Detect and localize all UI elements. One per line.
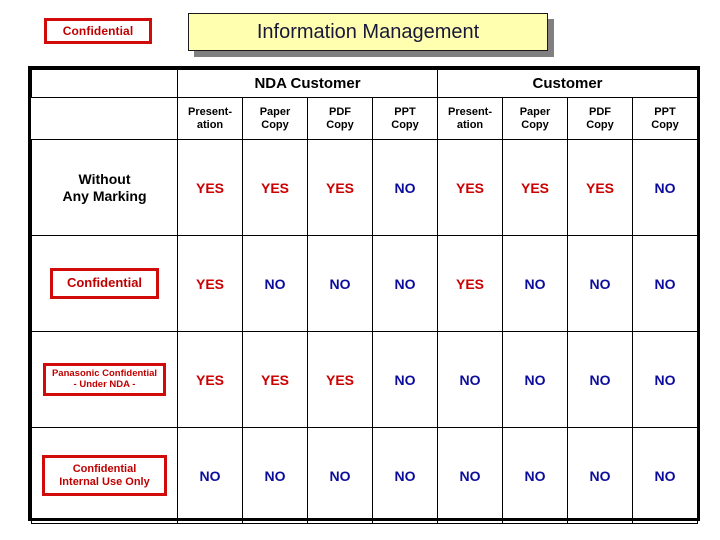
row-label-line: - Under NDA - bbox=[73, 378, 136, 390]
column-header-2: Paper Copy bbox=[242, 97, 308, 140]
column-header-line2: Copy bbox=[326, 118, 354, 131]
matrix-cell-r3-c5: NO bbox=[437, 331, 503, 428]
matrix-cell-r2-c7: NO bbox=[567, 235, 633, 332]
table-row: Confidential YES NO NO NO YES NO NO NO bbox=[31, 235, 699, 332]
column-header-1: Present-ation bbox=[177, 97, 243, 140]
matrix-cell-r3-c7: NO bbox=[567, 331, 633, 428]
matrix-cell-r1-c4: NO bbox=[372, 139, 438, 236]
column-header-line2: Copy bbox=[261, 118, 289, 131]
matrix-cell-r4-c6: NO bbox=[502, 427, 568, 524]
row-label-cell-1: Without Any Marking bbox=[31, 139, 178, 236]
matrix-cell-r2-c4: NO bbox=[372, 235, 438, 332]
matrix-cell-r4-c7: NO bbox=[567, 427, 633, 524]
column-header-4: PPT Copy bbox=[372, 97, 438, 140]
column-header-line2: Copy bbox=[391, 118, 419, 131]
column-header-line1: PDF bbox=[329, 105, 351, 118]
column-header-line1: PDF bbox=[589, 105, 611, 118]
row-label-cell-3: Panasonic Confidential - Under NDA - bbox=[31, 331, 178, 428]
column-header-line1: Present- bbox=[187, 105, 233, 118]
matrix-cell-r1-c6: YES bbox=[502, 139, 568, 236]
matrix-cell-r4-c3: NO bbox=[307, 427, 373, 524]
table-row: Confidential Internal Use Only NO NO NO NO NO N… bbox=[31, 427, 699, 524]
matrix-cell-r3-c4: NO bbox=[372, 331, 438, 428]
matrix-cell-r2-c6: NO bbox=[502, 235, 568, 332]
matrix-cell-r3-c2: YES bbox=[242, 331, 308, 428]
column-header-line1: Paper bbox=[259, 105, 291, 118]
row-label-marking-box: Confidential bbox=[49, 268, 160, 299]
confidential-stamp: Confidential bbox=[44, 18, 152, 44]
row-label-line: Without bbox=[78, 170, 131, 187]
matrix-corner-cell bbox=[31, 69, 178, 98]
matrix-cell-r1-c2: YES bbox=[242, 139, 308, 236]
column-header-6: Paper Copy bbox=[502, 97, 568, 140]
information-management-matrix: NDA Customer Customer Present-ation Paper… bbox=[28, 66, 700, 524]
row-label-line: Internal Use Only bbox=[59, 475, 150, 488]
matrix-cell-r2-c3: NO bbox=[307, 235, 373, 332]
matrix-cell-r4-c5: NO bbox=[437, 427, 503, 524]
matrix-cell-r4-c8: NO bbox=[631, 427, 699, 524]
matrix-cell-r2-c2: NO bbox=[242, 235, 308, 332]
matrix-cell-r2-c8: NO bbox=[631, 235, 699, 332]
row-label-plain: Without Any Marking bbox=[32, 171, 177, 205]
table-row: Without Any Marking YES YES YES NO YES YES YES NO bbox=[31, 139, 699, 236]
matrix-body: Without Any Marking YES YES YES NO YES YES YES NO… bbox=[31, 139, 699, 524]
sub-header-blank-cell bbox=[31, 97, 178, 140]
matrix-cell-r1-c1: YES bbox=[177, 139, 243, 236]
slide-title-box: Information Management bbox=[188, 13, 548, 51]
matrix-cell-r3-c8: NO bbox=[631, 331, 699, 428]
matrix-head: NDA Customer Customer Present-ation Paper… bbox=[31, 69, 699, 140]
column-header-5: Present-ation bbox=[437, 97, 503, 140]
row-label-marking-box: Confidential Internal Use Only bbox=[42, 454, 167, 497]
column-header-line1: PPT bbox=[654, 105, 676, 118]
matrix-cell-r1-c7: YES bbox=[567, 139, 633, 236]
matrix-cell-r1-c5: YES bbox=[437, 139, 503, 236]
matrix-cell-r3-c1: YES bbox=[177, 331, 243, 428]
column-header-line2: Copy bbox=[651, 118, 679, 131]
row-label-marking-box: Panasonic Confidential - Under NDA - bbox=[42, 362, 167, 397]
column-header-line1: Present- bbox=[447, 105, 493, 118]
group-header-nda-customer: NDA Customer bbox=[177, 69, 438, 98]
column-header-line2: ation bbox=[456, 118, 484, 131]
matrix-cell-r4-c2: NO bbox=[242, 427, 308, 524]
row-label-line: Panasonic Confidential bbox=[51, 367, 158, 379]
column-header-line2: Copy bbox=[586, 118, 614, 131]
group-header-customer: Customer bbox=[436, 69, 699, 98]
row-label-line: Confidential bbox=[66, 275, 143, 291]
column-header-line1: PPT bbox=[394, 105, 416, 118]
column-header-line1: Paper bbox=[519, 105, 551, 118]
matrix-cell-r1-c3: YES bbox=[307, 139, 373, 236]
matrix-cell-r2-c5: YES bbox=[437, 235, 503, 332]
row-label-line: Any Marking bbox=[62, 187, 147, 204]
row-label-cell-4: Confidential Internal Use Only bbox=[31, 427, 178, 524]
page-title: Information Management bbox=[256, 20, 480, 43]
column-header-7: PDF Copy bbox=[567, 97, 633, 140]
matrix-cell-r2-c1: YES bbox=[177, 235, 243, 332]
group-header-row: NDA Customer Customer bbox=[31, 69, 699, 98]
slide-header: Confidential Information Management bbox=[0, 0, 720, 62]
matrix-cell-r4-c1: NO bbox=[177, 427, 243, 524]
column-header-line2: ation bbox=[196, 118, 224, 131]
table-row: Panasonic Confidential - Under NDA - YES YE… bbox=[31, 331, 699, 428]
sub-header-row: Present-ation Paper Copy PDF Copy PPT Copy Pres… bbox=[31, 97, 699, 140]
matrix-cell-r3-c3: YES bbox=[307, 331, 373, 428]
column-header-line2: Copy bbox=[521, 118, 549, 131]
matrix-cell-r1-c8: NO bbox=[631, 139, 699, 236]
column-header-3: PDF Copy bbox=[307, 97, 373, 140]
row-label-line: Confidential bbox=[72, 462, 137, 475]
matrix-table: NDA Customer Customer Present-ation Paper… bbox=[31, 69, 699, 524]
row-label-cell-2: Confidential bbox=[31, 235, 178, 332]
matrix-cell-r4-c4: NO bbox=[372, 427, 438, 524]
matrix-cell-r3-c6: NO bbox=[502, 331, 568, 428]
column-header-8: PPT Copy bbox=[631, 97, 699, 140]
